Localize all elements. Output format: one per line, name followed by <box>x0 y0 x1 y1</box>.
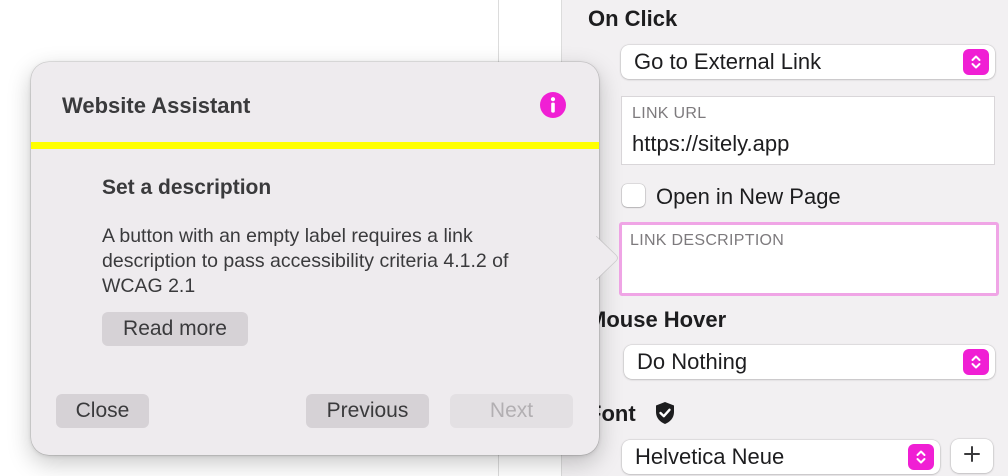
link-description-label: LINK DESCRIPTION <box>630 232 785 249</box>
mouse-hover-select[interactable]: Do Nothing <box>624 345 995 379</box>
link-description-field[interactable]: LINK DESCRIPTION <box>619 222 999 296</box>
assistant-body: A button with an empty label requires a … <box>102 225 509 297</box>
plus-icon <box>963 445 981 468</box>
mouse-hover-title: Mouse Hover <box>588 307 727 332</box>
font-select[interactable]: Helvetica Neue <box>622 440 940 474</box>
link-url-label: LINK URL <box>632 105 707 122</box>
open-new-page-label: Open in New Page <box>656 184 841 209</box>
mouse-hover-select-value: Do Nothing <box>637 349 748 374</box>
previous-button[interactable]: Previous <box>306 394 429 428</box>
read-more-button[interactable]: Read more <box>102 312 248 346</box>
add-font-button[interactable] <box>951 439 993 473</box>
popover-arrow <box>596 236 618 280</box>
website-assistant-popover: Website Assistant Set a description A bu… <box>31 62 599 455</box>
link-url-value: https://sitely.app <box>632 131 790 156</box>
info-icon[interactable] <box>539 91 567 124</box>
next-button[interactable]: Next <box>450 394 573 428</box>
font-select-value: Helvetica Neue <box>635 444 785 469</box>
assistant-heading: Set a description <box>102 176 272 199</box>
action-select-value: Go to External Link <box>634 49 822 74</box>
open-new-page-checkbox[interactable] <box>622 184 645 207</box>
action-select[interactable]: Go to External Link <box>621 45 995 79</box>
progress-highlight-bar <box>31 142 599 149</box>
select-stepper-icon <box>963 349 989 375</box>
select-stepper-icon <box>908 444 934 470</box>
link-url-field[interactable]: LINK URL https://sitely.app <box>621 96 995 165</box>
assistant-title: Website Assistant <box>62 93 251 118</box>
close-button[interactable]: Close <box>56 394 149 428</box>
on-click-title: On Click <box>588 6 678 31</box>
select-stepper-icon <box>963 49 989 75</box>
shield-check-icon <box>654 401 676 430</box>
